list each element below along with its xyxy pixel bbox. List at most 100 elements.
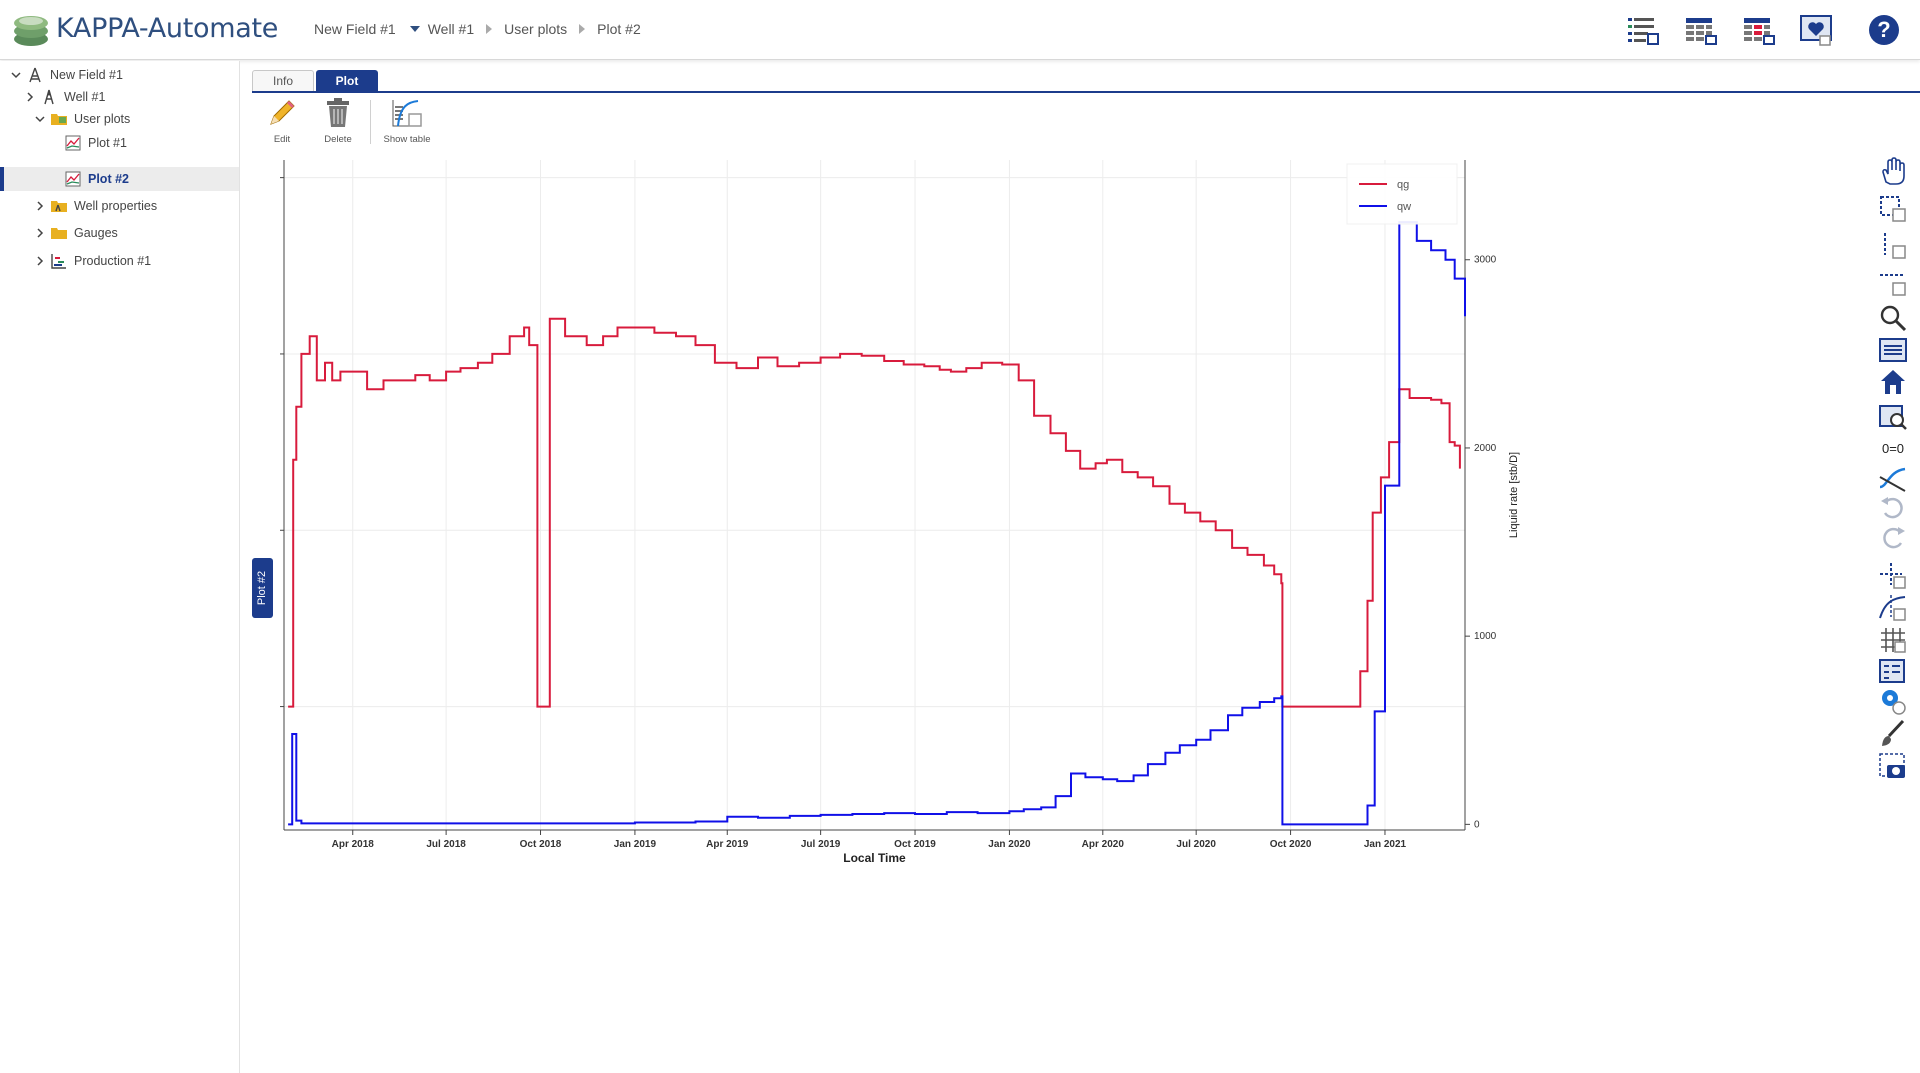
y-right-tick-label: 0 (1474, 819, 1480, 830)
pencil-icon (270, 100, 295, 125)
legend-label-qg: qg (1397, 179, 1409, 191)
rate-chart[interactable]: Apr 2018 Jul 2018 Oct 2018 Jan 2019 Apr 2019… (280, 150, 1880, 1060)
toolbar-divider (370, 100, 371, 144)
x-tick-label: Jul 2019 (801, 839, 841, 850)
zoom-box-icon[interactable] (1877, 334, 1909, 366)
breadcrumb-separator-icon (579, 24, 586, 34)
grid-icon[interactable] (1877, 624, 1909, 656)
delete-button[interactable]: Delete (308, 96, 368, 148)
chevron-right-icon[interactable] (24, 91, 36, 103)
chevron-right-icon[interactable] (34, 200, 46, 212)
tree-item-label: Plot #1 (88, 136, 127, 150)
breadcrumb-field[interactable]: New Field #1 (314, 21, 396, 37)
trash-icon (327, 98, 349, 127)
camera-icon[interactable] (1877, 750, 1909, 782)
tree-item-production[interactable]: Production #1 (0, 249, 239, 273)
table-grid-red-icon[interactable] (1738, 10, 1778, 50)
cursor-point-icon[interactable] (1877, 560, 1909, 592)
x-tick-label: Jul 2018 (426, 839, 466, 850)
zero-icon[interactable]: 0=0 (1877, 432, 1909, 464)
undo-icon[interactable] (1877, 493, 1909, 525)
x-tick-label: Jan 2019 (614, 839, 657, 850)
tree-item-user-plots[interactable]: User plots (0, 107, 239, 131)
tree-item-well[interactable]: Well #1 (0, 85, 239, 109)
kappa-logo-icon[interactable] (8, 8, 54, 54)
plot-area (284, 160, 1465, 830)
x-tick-label: Apr 2018 (332, 839, 375, 850)
table-grid-icon[interactable] (1680, 10, 1720, 50)
chevron-down-icon[interactable] (34, 113, 46, 125)
x-tick-label: Jan 2021 (1364, 839, 1407, 850)
chevron-right-icon[interactable] (34, 255, 46, 267)
chart-legend[interactable]: qg qw (1346, 163, 1458, 225)
tab-info[interactable]: Info (252, 70, 314, 91)
help-icon[interactable]: ? (1864, 10, 1904, 50)
legend-icon[interactable] (1877, 656, 1909, 688)
dashboard-heart-icon[interactable] (1796, 10, 1836, 50)
tree-item-label: User plots (74, 112, 131, 126)
field-tower-icon (29, 67, 41, 83)
tree-item-field[interactable]: New Field #1 (0, 63, 239, 87)
show-table-label: Show table (383, 134, 431, 145)
legend-box (1346, 163, 1458, 225)
y-right-tick-label: 3000 (1474, 255, 1497, 266)
show-table-icon (392, 100, 422, 127)
tree-item-plot-2[interactable]: Plot #2 (0, 167, 239, 191)
tab-plot[interactable]: Plot (316, 70, 378, 91)
chevron-right-icon[interactable] (34, 227, 46, 239)
plot-side-tab[interactable]: Plot #2 (252, 558, 273, 618)
well-properties-icon (51, 201, 67, 212)
vertical-select-icon[interactable] (1877, 230, 1909, 262)
show-table-button[interactable]: Show table (377, 96, 437, 148)
curve-icon[interactable] (1877, 463, 1909, 495)
chevron-down-icon[interactable] (10, 69, 22, 81)
x-axis-label: Local Time (843, 851, 906, 865)
x-tick-label: Jan 2020 (988, 839, 1031, 850)
x-tick-label: Jul 2020 (1176, 839, 1216, 850)
plot-tools: 0=0 (1877, 156, 1911, 856)
production-icon (51, 254, 66, 269)
x-tick-label: Oct 2019 (894, 839, 936, 850)
tab-underline (252, 91, 1920, 93)
x-tick-label: Apr 2020 (1082, 839, 1125, 850)
legend-label-qw: qw (1397, 201, 1411, 213)
cursor-curve-icon[interactable] (1877, 592, 1909, 624)
app-header: KAPPA-Automate New Field #1 Well #1 User… (0, 0, 1920, 60)
list-settings-icon[interactable] (1622, 10, 1662, 50)
pan-hand-icon[interactable] (1877, 156, 1909, 188)
tree-item-plot-1[interactable]: Plot #1 (0, 131, 239, 155)
breadcrumb-well[interactable]: Well #1 (428, 21, 474, 37)
redo-icon[interactable] (1877, 523, 1909, 555)
x-tick-label: Apr 2019 (706, 839, 749, 850)
tree-item-label: Gauges (74, 226, 118, 240)
box-select-icon[interactable] (1877, 193, 1909, 225)
breadcrumb-folder[interactable]: User plots (504, 21, 567, 37)
marker-icon[interactable] (1877, 686, 1909, 718)
edit-button[interactable]: Edit (252, 96, 312, 148)
side-tab-label: Plot #2 (256, 570, 269, 606)
breadcrumb: New Field #1 Well #1 User plots Plot #2 (314, 21, 641, 37)
chart-grid (284, 160, 1465, 830)
zoom-icon[interactable] (1877, 302, 1909, 334)
well-icon (44, 89, 54, 105)
svg-text:?: ? (1877, 17, 1890, 42)
tree-item-gauges[interactable]: Gauges (0, 221, 239, 245)
plot-icon (65, 135, 81, 151)
tree-item-well-properties[interactable]: Well properties (0, 194, 239, 218)
x-tick-label: Oct 2020 (1270, 839, 1312, 850)
chevron-down-icon[interactable] (409, 26, 420, 32)
zoom-fit-icon[interactable] (1877, 401, 1909, 433)
y-right-tick-label: 2000 (1474, 443, 1497, 454)
navigation-tree: New Field #1 Well #1 User plots Plot #1 … (0, 61, 240, 1073)
brush-icon[interactable] (1877, 718, 1909, 750)
tree-item-label: Production #1 (74, 254, 152, 268)
folder-icon (51, 228, 67, 239)
breadcrumb-separator-icon (486, 24, 493, 34)
x-tick-label: Oct 2018 (520, 839, 562, 850)
delete-label: Delete (324, 134, 352, 145)
tree-item-label: New Field #1 (50, 68, 123, 82)
y-right-axis-label: Liquid rate [stb/D] (1508, 452, 1520, 538)
breadcrumb-plot[interactable]: Plot #2 (597, 21, 641, 37)
home-icon[interactable] (1877, 366, 1909, 398)
horizontal-select-icon[interactable] (1877, 267, 1909, 299)
